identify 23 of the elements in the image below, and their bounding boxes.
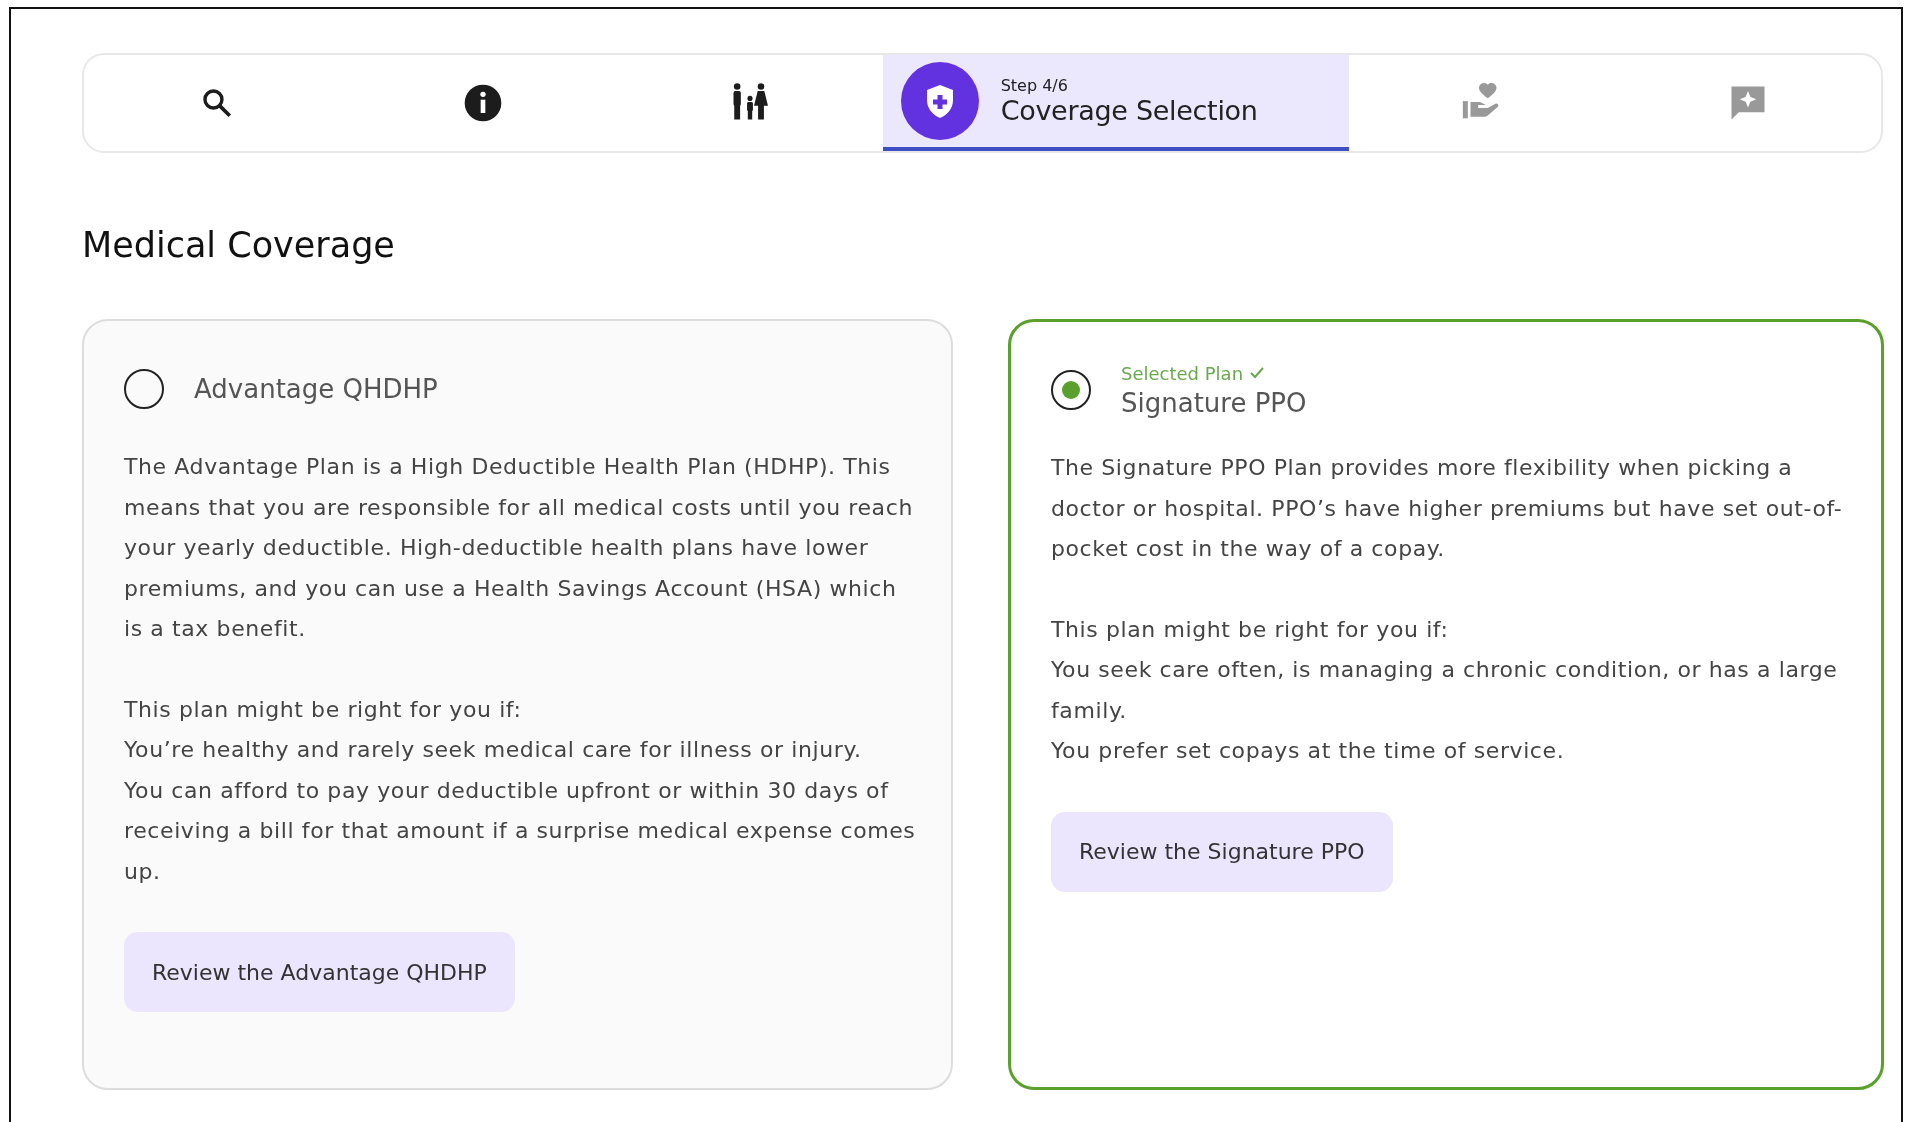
step-title: Coverage Selection [1000,95,1258,126]
plan-description: The Advantage Plan is a High Deductible Health Plan (HDHP). This means that you are responsible for all medical costs until you reach your yearly deductible. High-deductible health plans have lower premiums, and you can use a Health Savings Account (HSA) which is a tax benefit. [124,453,914,643]
radio-button[interactable] [1051,370,1091,410]
plan-card[interactable] [1008,319,1884,1090]
step-tab[interactable]: Step 4/6 Coverage Selection [882,55,1349,151]
shield-icon [900,62,979,140]
info-icon [463,83,504,123]
fit-intro: This plan might be right for you if: [124,695,523,724]
fit-reason: You seek care often, is managing a chronic condition, or has a large family. [1051,656,1839,725]
section-heading: Medical Coverage [82,225,396,265]
plan-description: The Signature PPO Plan provides more flexibility when picking a doctor or hospital. PPO’s have higher premiums but have set out-of-pocket cost in the way of a copay. [1051,454,1844,563]
review-plan-button[interactable]: Review the Signature PPO [1051,811,1393,892]
review-plan-button[interactable]: Review the Advantage QHDHP [124,932,515,1012]
step-counter: Step 4/6 [1000,76,1069,95]
check-icon [1249,366,1266,380]
fit-reason: You can afford to pay your deductible upfront or within 30 days of receiving a bill for that amount if a surprise medical expense comes up. [124,776,917,886]
plan-name: Signature PPO [1121,387,1307,418]
fit-reason: You prefer set copays at the time of service. [1051,737,1566,765]
plan-name: Advantage QHDHP [194,374,438,404]
fit-intro: This plan might be right for you if: [1051,615,1450,644]
selected-plan-label: Selected Plan [1121,362,1307,384]
radio-button[interactable] [124,369,164,409]
fit-reason: You’re healthy and rarely seek medical care for illness or injury. [124,736,863,764]
